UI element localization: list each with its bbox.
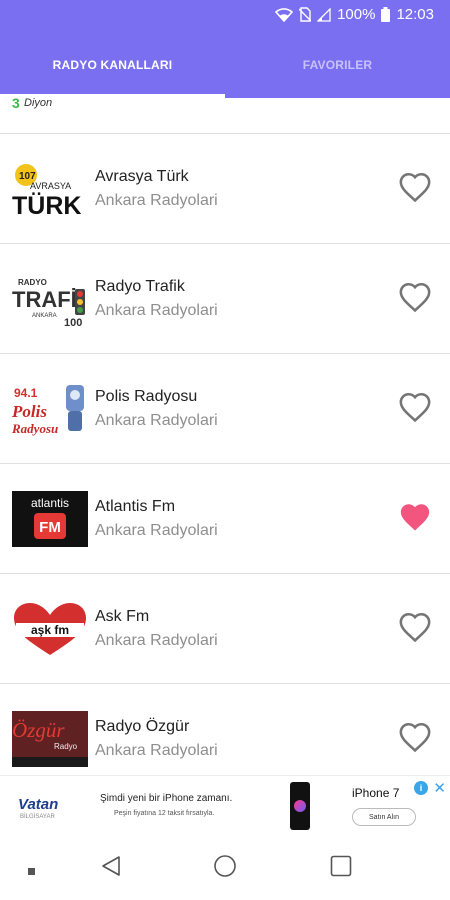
battery-icon (381, 7, 391, 22)
svg-text:Özgür: Özgür (12, 718, 65, 742)
station-title: Avrasya Türk (95, 168, 189, 185)
ad-brand-subtitle: BİLGİSAYAR (20, 814, 55, 820)
status-icons: 100% 12:03 (275, 6, 434, 23)
station-title: Ask Fm (95, 608, 150, 625)
station-logo: 94.1 Polis Radyosu (12, 381, 88, 437)
list-item[interactable]: RADYO TRAFİ ANKARA 100 Radyo Trafik Anka… (0, 244, 450, 354)
favorite-heart-icon[interactable] (398, 391, 432, 423)
favorite-heart-icon[interactable] (398, 171, 432, 203)
favorite-heart-icon[interactable] (398, 721, 432, 753)
svg-text:AVRASYA: AVRASYA (30, 181, 71, 191)
ad-brand-logo: Vatan (18, 796, 59, 813)
ad-product: iPhone 7 (352, 786, 399, 800)
station-list[interactable]: 3 Diyon 107 AVRASYA TÜRK Avrasya Türk An… (0, 98, 450, 775)
wifi-icon (275, 7, 294, 22)
svg-text:FM: FM (39, 519, 61, 536)
station-logo: aşk fm (12, 601, 88, 657)
station-logo: RADYO TRAFİ ANKARA 100 (12, 271, 88, 327)
navigation-bar (0, 833, 450, 900)
home-icon[interactable] (214, 855, 236, 882)
ad-close-icon[interactable]: ✕ (433, 779, 446, 797)
clock: 12:03 (396, 6, 434, 23)
svg-text:TRAFİ: TRAFİ (12, 287, 77, 312)
partial-logo-text: Diyon (24, 98, 52, 109)
recent-apps-icon[interactable] (330, 855, 352, 882)
ad-product-name: iPhone 7 (352, 786, 400, 800)
svg-text:Radyosu: Radyosu (12, 421, 58, 436)
favorite-heart-icon[interactable] (398, 501, 432, 533)
no-sim-icon (299, 7, 312, 22)
station-subtitle: Ankara Radyolari (95, 302, 218, 319)
station-logo: 107 AVRASYA TÜRK (12, 161, 88, 217)
tab-favorites[interactable]: FAVORILER (225, 32, 450, 98)
station-title: Polis Radyosu (95, 388, 198, 405)
list-item[interactable]: 94.1 Polis Radyosu Polis Radyosu Ankara … (0, 354, 450, 464)
svg-text:RADYO: RADYO (18, 278, 47, 287)
svg-text:aşk fm: aşk fm (31, 623, 69, 637)
station-subtitle: Ankara Radyolari (95, 742, 218, 759)
station-subtitle: Ankara Radyolari (95, 412, 218, 429)
favorite-heart-icon[interactable] (398, 611, 432, 643)
station-subtitle: Ankara Radyolari (95, 192, 218, 209)
favorite-heart-icon[interactable] (398, 281, 432, 313)
svg-text:atlantis: atlantis (31, 496, 69, 510)
app-header: 100% 12:03 RADYO KANALLARI FAVORILER (0, 0, 450, 98)
list-item[interactable]: aşk fm Ask Fm Ankara Radyolari (0, 574, 450, 684)
list-item[interactable]: 107 AVRASYA TÜRK Avrasya Türk Ankara Rad… (0, 134, 450, 244)
svg-text:94.1: 94.1 (14, 386, 38, 400)
svg-text:ANKARA: ANKARA (32, 313, 57, 319)
svg-text:3: 3 (12, 98, 20, 111)
station-title: Atlantis Fm (95, 498, 176, 515)
station-title: Radyo Özgür (95, 718, 190, 735)
ad-subline: Peşin fiyatına 12 taksit fırsatıyla. (114, 810, 215, 817)
station-subtitle: Ankara Radyolari (95, 632, 218, 649)
station-subtitle: Ankara Radyolari (95, 522, 218, 539)
phone-image (290, 782, 310, 830)
buy-button[interactable]: Satın Alın (352, 808, 416, 826)
ad-info-icon[interactable]: i (414, 781, 428, 795)
ad-headline: Şimdi yeni bir iPhone zamanı. (100, 793, 233, 804)
svg-text:TÜRK: TÜRK (12, 191, 81, 217)
station-logo: atlantis FM (12, 491, 88, 547)
tab-radio-channels[interactable]: RADYO KANALLARI (0, 32, 225, 98)
svg-text:100: 100 (64, 317, 82, 327)
menu-dot-icon[interactable] (28, 863, 36, 881)
ad-banner[interactable]: Vatan BİLGİSAYAR Şimdi yeni bir iPhone z… (0, 775, 450, 833)
signal-icon (317, 7, 331, 22)
svg-text:Polis: Polis (12, 402, 47, 421)
list-item[interactable]: atlantis FM Atlantis Fm Ankara Radyolari (0, 464, 450, 574)
status-bar: 100% 12:03 (0, 0, 450, 32)
list-item-partial[interactable]: 3 Diyon (0, 98, 450, 134)
camera-icon (294, 800, 306, 812)
list-item[interactable]: Özgür Radyo Radyo Özgür Ankara Radyolari (0, 684, 450, 775)
battery-percent: 100% (337, 6, 376, 23)
svg-text:Radyo: Radyo (54, 742, 78, 751)
station-logo: 3 Diyon (12, 98, 92, 116)
tab-bar: RADYO KANALLARI FAVORILER (0, 32, 450, 98)
station-logo: Özgür Radyo (12, 711, 88, 767)
station-title: Radyo Trafik (95, 278, 185, 295)
back-icon[interactable] (100, 855, 122, 882)
